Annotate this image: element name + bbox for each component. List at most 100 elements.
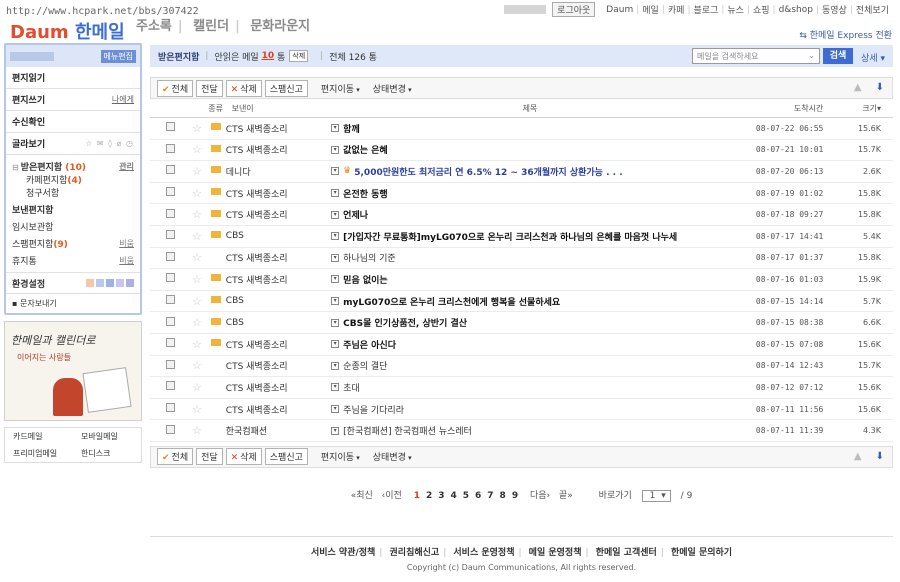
delete-button-bottom[interactable]: ✕ 삭제 xyxy=(225,448,262,466)
delete-button[interactable]: ✕ 삭제 xyxy=(225,79,262,97)
row-checkbox[interactable] xyxy=(150,316,175,329)
mail-subject[interactable]: ▾ 순종의 결단 xyxy=(331,359,729,372)
mail-sender[interactable]: CTS 새벽종소리 xyxy=(226,381,331,394)
top-link-mail[interactable]: 메일 xyxy=(642,3,659,16)
mail-sender[interactable]: CTS 새벽종소리 xyxy=(226,403,331,416)
top-link-shopping[interactable]: 쇼핑 xyxy=(753,3,770,16)
link-premium-mail[interactable]: 프리미엄메일 xyxy=(5,445,73,462)
mail-row[interactable]: ☆ CTS 새벽종소리 ▾ 온전한 동행 08-07-19 01:02 15.8K xyxy=(150,183,893,205)
mail-subject[interactable]: ▾ 주님은 아신다 xyxy=(331,338,729,351)
mail-row[interactable]: ☆ 한국컴패션 ▾ [한국컴패션] 한국컴패션 뉴스레터 08-07-11 11:39 4… xyxy=(150,420,893,442)
preview-toggle-icon[interactable]: ▾ xyxy=(331,361,340,370)
filter-view-link[interactable]: 골라보기 ☆ ✉ ◊ ⌀ ◷ xyxy=(6,133,140,155)
mail-row[interactable]: ☆ CTS 새벽종소리 ▾ 언제나 08-07-18 09:27 15.8K xyxy=(150,204,893,226)
row-checkbox[interactable] xyxy=(150,295,175,307)
unread-count[interactable]: 10 xyxy=(262,51,275,61)
mail-sender[interactable]: CTS 새벽종소리 xyxy=(226,338,331,351)
mail-row[interactable]: ☆ CTS 새벽종소리 ▾ 값없는 은혜 08-07-21 10:01 15.7K xyxy=(150,140,893,162)
settings-link[interactable]: 환경설정 xyxy=(12,277,45,290)
pager-next[interactable]: 다음› xyxy=(530,491,550,501)
star-icon[interactable]: ☆ xyxy=(170,143,206,156)
mail-sender[interactable]: CBS xyxy=(226,318,331,328)
swatch-4[interactable] xyxy=(116,279,124,287)
advanced-search-link[interactable]: 상세 ▾ xyxy=(861,51,885,64)
folder-trash-empty[interactable]: 비움 xyxy=(119,255,134,266)
link-hdisk[interactable]: 한디스크 xyxy=(73,445,141,462)
swatch-1[interactable] xyxy=(86,279,94,287)
forward-button[interactable]: 전달 xyxy=(196,79,223,97)
mail-sender[interactable]: CBS xyxy=(226,296,331,306)
filter-icons[interactable]: ☆ ✉ ◊ ⌀ ◷ xyxy=(85,139,134,148)
col-date[interactable]: 도착시간 xyxy=(729,103,823,114)
mail-sender[interactable]: 한국컴패션 xyxy=(226,424,331,437)
arrow-down-icon[interactable]: ⬇ xyxy=(876,82,884,93)
folder-sent[interactable]: 보낸편지함 xyxy=(6,203,140,216)
report-spam-button-bottom[interactable]: 스팸신고 xyxy=(264,448,308,466)
express-switch-link[interactable]: ⇆ 한메일 Express 전환 xyxy=(799,28,892,41)
mail-row[interactable]: ☆ CTS 새벽종소리 ▾ 순종의 결단 08-07-14 12:43 15.7K xyxy=(150,356,893,378)
mail-subject[interactable]: ▾ ♛ 5,000만원한도 최저금리 연 6.5% 12 ~ 36개월까지 상환가능… xyxy=(331,165,729,178)
footer-terms[interactable]: 서비스 약관/정책 xyxy=(311,548,375,558)
row-checkbox[interactable] xyxy=(150,338,175,350)
top-link-cafe[interactable]: 카페 xyxy=(668,3,685,16)
folder-spam-empty[interactable]: 비움 xyxy=(119,238,134,249)
preview-toggle-icon[interactable]: ▾ xyxy=(331,124,340,133)
row-checkbox[interactable] xyxy=(150,251,175,264)
mail-sender[interactable]: CTS 새벽종소리 xyxy=(226,359,331,372)
preview-toggle-icon[interactable]: ▾ xyxy=(331,318,340,327)
select-all-button-bottom[interactable]: ✔ 전체 xyxy=(157,448,194,466)
search-dropdown-icon[interactable]: ⌄ xyxy=(808,51,815,60)
delete-unread-button[interactable]: 삭제 xyxy=(289,50,309,62)
mail-row[interactable]: ☆ 데니다 ▾ ♛ 5,000만원한도 최저금리 연 6.5% 12 ~ 36개월까지 … xyxy=(150,161,893,183)
arrow-down-icon[interactable]: ⬇ xyxy=(876,451,884,462)
arrow-up-icon[interactable]: ▲ xyxy=(854,451,862,462)
preview-toggle-icon[interactable]: ▾ xyxy=(331,167,340,176)
star-icon[interactable]: ☆ xyxy=(170,165,206,178)
swatch-3[interactable] xyxy=(106,279,114,287)
star-icon[interactable]: ☆ xyxy=(170,316,206,329)
read-mail-link[interactable]: 편지읽기 xyxy=(6,67,140,89)
page-6[interactable]: 6 xyxy=(475,491,481,501)
nav-address-book[interactable]: 주소록 xyxy=(136,19,172,34)
mail-sender[interactable]: CTS 새벽종소리 xyxy=(226,251,331,264)
mail-subject[interactable]: ▾ 온전한 동행 xyxy=(331,187,729,200)
send-sms-link[interactable]: ▪ 문자보내기 xyxy=(6,293,140,313)
row-checkbox[interactable] xyxy=(150,122,175,134)
mail-row[interactable]: ☆ CTS 새벽종소리 ▾ 초대 08-07-12 07:12 15.6K xyxy=(150,377,893,399)
report-spam-button[interactable]: 스팸신고 xyxy=(264,79,308,97)
footer-service-policy[interactable]: 서비스 운영정책 xyxy=(453,548,514,558)
row-checkbox[interactable] xyxy=(150,187,175,199)
top-link-video[interactable]: 동영상 xyxy=(822,3,847,16)
footer-support[interactable]: 한메일 고객센터 xyxy=(596,548,657,558)
mail-row[interactable]: ☆ CTS 새벽종소리 ▾ 주님을 기다리라 08-07-11 11:56 15.6K xyxy=(150,399,893,421)
mail-sender[interactable]: CTS 새벽종소리 xyxy=(226,143,331,156)
pager-prev[interactable]: ‹이전 xyxy=(382,491,402,501)
star-icon[interactable]: ☆ xyxy=(170,338,206,351)
mail-sender[interactable]: CBS xyxy=(226,231,331,241)
footer-rights-report[interactable]: 권리침해신고 xyxy=(390,548,440,558)
mail-subject[interactable]: ▾ 값없는 은혜 xyxy=(331,143,729,156)
change-status-dropdown[interactable]: 상태변경 xyxy=(373,82,412,95)
top-link-dshop[interactable]: d&shop xyxy=(779,5,813,15)
change-status-dropdown-bottom[interactable]: 상태변경 xyxy=(373,450,412,463)
preview-toggle-icon[interactable]: ▾ xyxy=(331,253,340,262)
star-icon[interactable]: ☆ xyxy=(170,424,206,437)
star-icon[interactable]: ☆ xyxy=(170,295,206,308)
folder-trash[interactable]: 휴지통 비움 xyxy=(6,254,140,267)
preview-toggle-icon[interactable]: ▾ xyxy=(331,275,340,284)
folder-inbox-manage[interactable]: 관리 xyxy=(119,161,134,172)
mail-subject[interactable]: ▾ 언제나 xyxy=(331,208,729,221)
nav-culture-lounge[interactable]: 문화라운지 xyxy=(250,19,310,34)
menu-edit-button[interactable]: 메뉴편집 xyxy=(100,49,136,63)
row-checkbox[interactable] xyxy=(150,208,175,221)
link-mobile-mail[interactable]: 모바일메일 xyxy=(73,428,141,445)
star-icon[interactable]: ☆ xyxy=(170,381,206,394)
top-link-news[interactable]: 뉴스 xyxy=(727,3,744,16)
page-4[interactable]: 4 xyxy=(450,491,456,501)
nav-calendar[interactable]: 캘린더 xyxy=(193,19,229,34)
folder-spam[interactable]: 스팸편지함(9) 비움 xyxy=(6,237,140,250)
folder-bills[interactable]: 청구서함 xyxy=(6,186,140,199)
preview-toggle-icon[interactable]: ▾ xyxy=(331,426,340,435)
mail-subject[interactable]: ▾ 믿음 없이는 xyxy=(331,273,729,286)
page-8[interactable]: 8 xyxy=(500,491,506,501)
